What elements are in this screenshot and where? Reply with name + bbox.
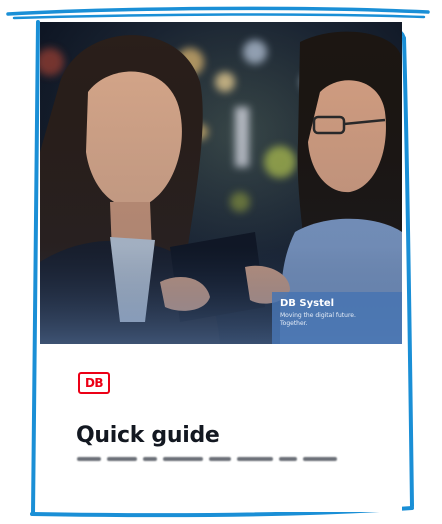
blurred-subtitle	[77, 455, 377, 461]
db-systel-tag: DB Systel Moving the digital future. Tog…	[272, 292, 402, 344]
brochure-title: Quick guide	[76, 423, 220, 448]
brochure-preview: DB Systel Moving the digital future. Tog…	[0, 0, 442, 524]
tag-subtitle-line2: Together.	[280, 320, 308, 327]
tag-title: DB Systel	[280, 298, 335, 309]
db-logo: DB	[78, 372, 110, 394]
tag-subtitle-line1: Moving the digital future.	[280, 312, 356, 319]
brochure-cover: DB Systel Moving the digital future. Tog…	[40, 22, 402, 512]
cover-photo: DB Systel Moving the digital future. Tog…	[40, 22, 402, 344]
